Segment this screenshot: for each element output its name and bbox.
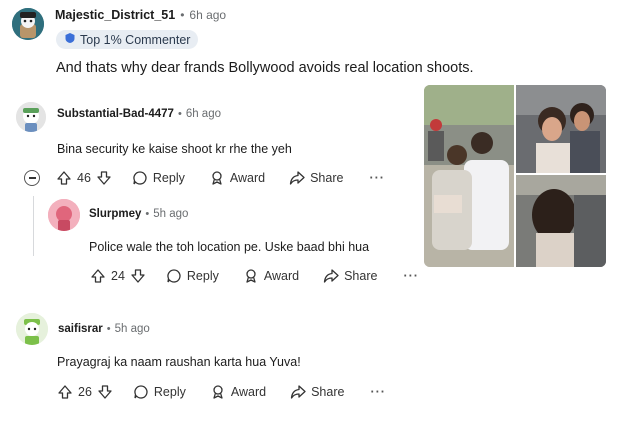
share-label: Share: [310, 171, 344, 185]
comment-time[interactable]: 5h ago: [115, 323, 150, 335]
comment-icon: [132, 170, 148, 186]
comment-time[interactable]: 6h ago: [189, 8, 226, 22]
reply-label: Reply: [186, 269, 219, 283]
upvote-icon[interactable]: [57, 384, 73, 400]
upvote-icon[interactable]: [90, 268, 106, 284]
more-options-button[interactable]: ···: [403, 269, 419, 283]
share-icon: [323, 268, 339, 284]
award-button[interactable]: Award: [243, 268, 299, 284]
share-button[interactable]: Share: [323, 268, 377, 284]
award-icon: [243, 268, 259, 284]
avatar[interactable]: [48, 199, 80, 231]
comment-text: Police wale the toh location pe. Uske ba…: [89, 240, 370, 254]
comment-icon: [133, 384, 149, 400]
reply-button[interactable]: Reply: [166, 268, 219, 284]
comment-username[interactable]: Substantial-Bad-4477: [57, 108, 174, 120]
comment-time[interactable]: 6h ago: [186, 108, 221, 120]
share-button[interactable]: Share: [289, 170, 343, 186]
thread-line: [33, 196, 34, 256]
downvote-icon[interactable]: [130, 268, 146, 284]
shield-icon: [64, 31, 76, 49]
separator-dot: •: [177, 108, 182, 120]
reply-button[interactable]: Reply: [133, 384, 186, 400]
avatar[interactable]: [16, 313, 48, 345]
comment-text: Prayagraj ka naam raushan karta hua Yuva…: [57, 355, 301, 369]
award-label: Award: [263, 269, 300, 283]
vote-count: 26: [78, 385, 92, 399]
comment-username[interactable]: Majestic_District_51: [55, 8, 175, 22]
award-button[interactable]: Award: [210, 384, 266, 400]
award-label: Award: [229, 171, 266, 185]
comment-time[interactable]: 5h ago: [153, 208, 188, 220]
collapse-thread-button[interactable]: [24, 170, 40, 186]
share-icon: [290, 384, 306, 400]
award-icon: [209, 170, 225, 186]
comment-icon: [166, 268, 182, 284]
vote-control: 26: [57, 384, 113, 400]
badge-label: Top 1% Commenter: [80, 32, 191, 47]
separator-dot: •: [180, 8, 185, 22]
minus-icon: [28, 177, 36, 179]
award-label: Award: [230, 385, 267, 399]
vote-count: 46: [77, 171, 91, 185]
comment-username[interactable]: saifisrar: [58, 323, 103, 335]
upvote-icon[interactable]: [56, 170, 72, 186]
share-button[interactable]: Share: [290, 384, 344, 400]
more-options-button[interactable]: ···: [369, 171, 385, 185]
separator-dot: •: [106, 323, 111, 335]
vote-control: 46: [56, 170, 112, 186]
downvote-icon[interactable]: [96, 170, 112, 186]
share-label: Share: [311, 385, 345, 399]
share-label: Share: [344, 269, 378, 283]
post-media-image[interactable]: [424, 85, 606, 267]
comment-text: And thats why dear frands Bollywood avoi…: [56, 60, 474, 76]
separator-dot: •: [145, 208, 150, 220]
avatar[interactable]: [16, 102, 46, 132]
award-icon: [210, 384, 226, 400]
status-badge: Top 1% Commenter: [56, 30, 199, 49]
reply-label: Reply: [153, 385, 186, 399]
more-options-button[interactable]: ···: [370, 385, 386, 399]
vote-control: 24: [90, 268, 146, 284]
downvote-icon[interactable]: [97, 384, 113, 400]
share-icon: [289, 170, 305, 186]
avatar[interactable]: [12, 8, 44, 40]
vote-count: 24: [111, 269, 125, 283]
comment-text: Bina security ke kaise shoot kr rhe the …: [57, 142, 292, 156]
reply-label: Reply: [152, 171, 185, 185]
award-button[interactable]: Award: [209, 170, 265, 186]
reply-button[interactable]: Reply: [132, 170, 185, 186]
comment-username[interactable]: Slurpmey: [89, 208, 141, 220]
